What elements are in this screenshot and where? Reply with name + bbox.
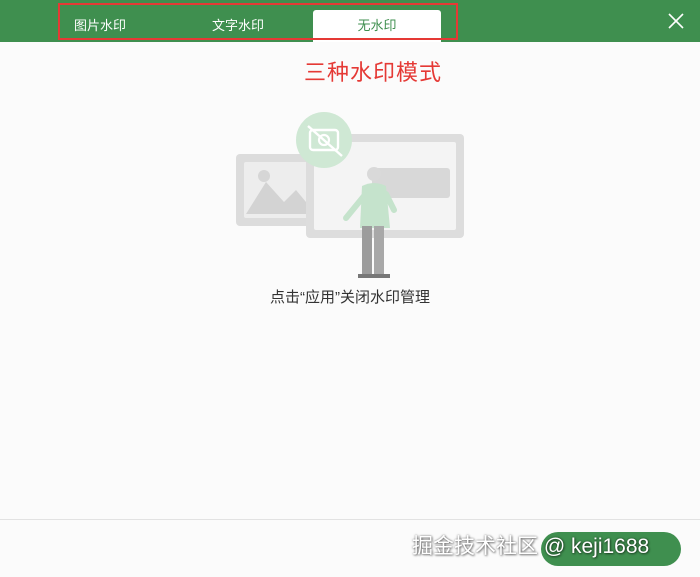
- instruction-caption: 点击“应用”关闭水印管理: [270, 289, 430, 306]
- close-icon[interactable]: [668, 13, 684, 29]
- tab-no-watermark[interactable]: 无水印: [313, 10, 441, 42]
- tab-text-watermark[interactable]: 文字水印: [190, 10, 286, 42]
- tab-image-watermark[interactable]: 图片水印: [60, 10, 140, 42]
- tab-bar: 图片水印 文字水印 无水印: [0, 0, 700, 42]
- no-watermark-illustration: [236, 112, 464, 278]
- apply-button[interactable]: [541, 532, 681, 566]
- annotation-label: 三种水印模式: [304, 60, 443, 85]
- footer-divider: [0, 519, 700, 520]
